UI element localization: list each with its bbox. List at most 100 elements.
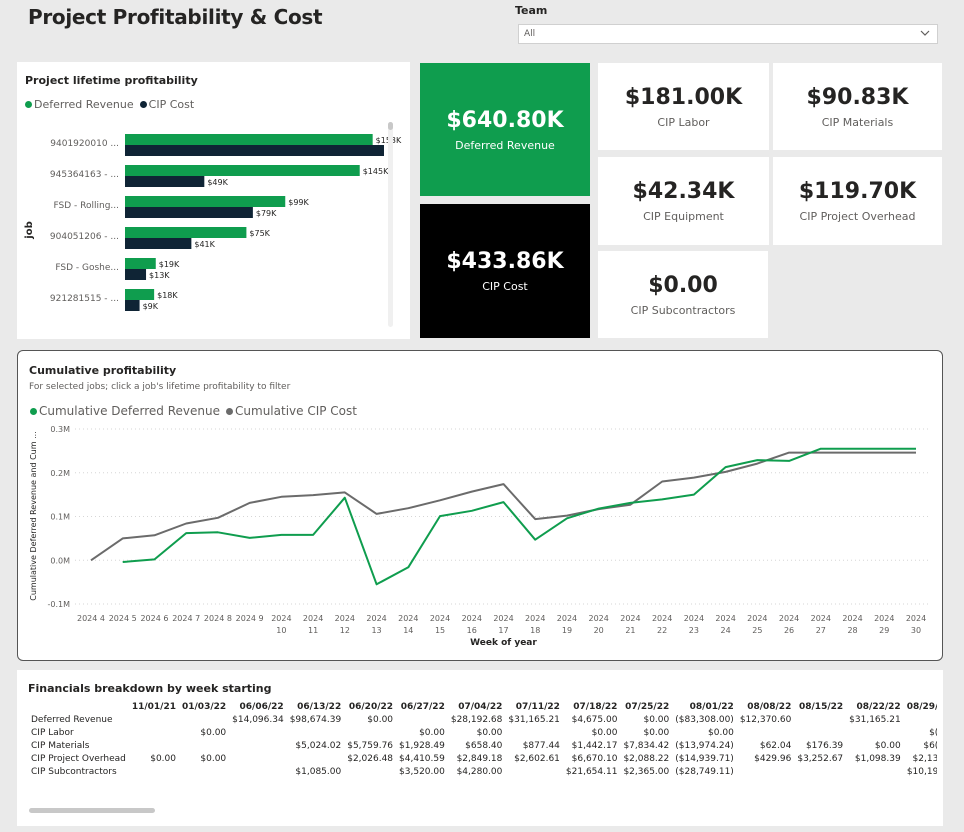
bar-chart[interactable]: job9401920010 ...$153K945364163 - ...$14… bbox=[17, 62, 410, 339]
table-cell bbox=[179, 765, 229, 778]
scrollbar-thumb[interactable] bbox=[388, 122, 393, 130]
x-tick-label: 28 bbox=[847, 626, 857, 635]
table-cell bbox=[287, 727, 345, 740]
x-tick-label: 2024 bbox=[715, 614, 735, 623]
table-cell: $0.00 bbox=[150, 753, 176, 764]
table-cell: $0.00 bbox=[643, 715, 670, 726]
kpi-label: CIP Equipment bbox=[643, 210, 724, 223]
x-tick-label: 15 bbox=[435, 626, 445, 635]
row-label: CIP Subcontractors bbox=[31, 766, 117, 777]
column-header[interactable]: 07/25/22 bbox=[620, 699, 672, 714]
line-y-axis-title: Cumulative Deferred Revenue and Cum ... bbox=[29, 431, 38, 600]
bar-data-label: $19K bbox=[159, 260, 180, 269]
column-header[interactable]: 06/20/22 bbox=[344, 699, 396, 714]
line-x-axis-title: Week of year bbox=[470, 638, 537, 648]
bar-category-label: 945364163 - ... bbox=[50, 170, 119, 180]
table-cell: $0.00 bbox=[200, 728, 227, 739]
column-header[interactable]: 07/04/22 bbox=[448, 699, 506, 714]
column-header[interactable]: 06/13/22 bbox=[287, 699, 345, 714]
table-cell: $14,096.34 bbox=[232, 715, 284, 726]
bar-category-label: 9401920010 ... bbox=[50, 139, 119, 149]
table-cell: $0.00 bbox=[643, 728, 670, 739]
kpi-value: $181.00K bbox=[624, 84, 743, 110]
column-header[interactable]: 07/11/22 bbox=[505, 699, 563, 714]
y-tick-label: 0.1M bbox=[50, 513, 70, 522]
kpi-label: CIP Project Overhead bbox=[799, 210, 916, 223]
kpi-value: $90.83K bbox=[806, 84, 909, 110]
bar-category-label: FSD - Goshe... bbox=[55, 263, 119, 273]
table-cell bbox=[396, 714, 448, 727]
column-header[interactable]: 08/29/ bbox=[904, 699, 937, 714]
bar-category-label: FSD - Rolling... bbox=[54, 201, 120, 211]
table-cell: $658.40 bbox=[465, 740, 503, 751]
column-header[interactable]: 11/01/21 bbox=[129, 699, 179, 714]
column-header[interactable]: 08/15/22 bbox=[794, 699, 846, 714]
table-cell: $0.00 bbox=[874, 740, 901, 751]
table-cell: $3,520.00 bbox=[399, 766, 445, 777]
x-tick-label: 10 bbox=[276, 626, 286, 635]
column-header[interactable]: 06/27/22 bbox=[396, 699, 448, 714]
bar-data-label: $18K bbox=[157, 291, 178, 300]
table-cell bbox=[904, 714, 937, 727]
horizontal-scrollbar[interactable] bbox=[29, 808, 155, 813]
bar-deferred-revenue bbox=[125, 165, 360, 176]
table-cell: $21,654.11 bbox=[565, 766, 618, 777]
x-tick-label: 2024 bbox=[620, 614, 640, 623]
x-tick-label: 2024 bbox=[271, 614, 291, 623]
table-row: Deferred Revenue $14,096.34 $98,674.39 $0.0… bbox=[27, 714, 937, 727]
table-row: CIP Subcontractors $1,085.00 $3,520.00 $4,2… bbox=[27, 765, 937, 778]
column-header[interactable]: 07/18/22 bbox=[563, 699, 621, 714]
kpi-card-cip-materials[interactable]: $90.83K CIP Materials bbox=[773, 63, 942, 150]
column-header[interactable]: 08/22/22 bbox=[846, 699, 904, 714]
bar-data-label: $49K bbox=[207, 178, 228, 187]
bar-cip-cost bbox=[125, 207, 253, 218]
table-cell: $31,165.21 bbox=[508, 715, 560, 726]
table-cell: $4,410.59 bbox=[399, 753, 445, 764]
kpi-card-cip-labor[interactable]: $181.00K CIP Labor bbox=[598, 63, 769, 150]
line-chart[interactable]: 0.3M 0.2M 0.1M 0.0M -0.1M Cumulative Deferred… bbox=[18, 351, 942, 660]
x-tick-label: 2024 5 bbox=[109, 614, 137, 623]
table-cell: $31,165.21 bbox=[849, 715, 901, 726]
kpi-card-cip-project-overhead[interactable]: $119.70K CIP Project Overhead bbox=[773, 157, 942, 245]
table-cell: $0.00 bbox=[708, 728, 734, 739]
x-tick-label: 2024 bbox=[779, 614, 799, 623]
table-cell: $2,13 bbox=[912, 753, 937, 764]
bar-deferred-revenue bbox=[125, 258, 156, 269]
table-cell: $6( bbox=[923, 740, 937, 751]
column-header[interactable]: 08/01/22 bbox=[672, 699, 737, 714]
kpi-card-deferred-revenue[interactable]: $640.80K Deferred Revenue bbox=[420, 63, 590, 196]
table-cell bbox=[129, 714, 179, 727]
x-tick-label: 24 bbox=[721, 626, 731, 635]
x-tick-label: 2024 6 bbox=[140, 614, 168, 623]
table-cell bbox=[794, 714, 846, 727]
x-tick-label: 2024 bbox=[874, 614, 894, 623]
table-cell: $28,192.68 bbox=[450, 715, 503, 726]
table-cell: $4,675.00 bbox=[571, 715, 618, 726]
kpi-card-cip-equipment[interactable]: $42.34K CIP Equipment bbox=[598, 157, 769, 245]
kpi-card-cip-subcontractors[interactable]: $0.00 CIP Subcontractors bbox=[598, 251, 768, 338]
x-tick-label: 13 bbox=[371, 626, 381, 635]
kpi-card-cip-cost[interactable]: $433.86K CIP Cost bbox=[420, 204, 590, 338]
kpi-label: CIP Subcontractors bbox=[630, 303, 736, 317]
table-title: Financials breakdown by week starting bbox=[28, 682, 272, 695]
x-tick-label: 2024 8 bbox=[204, 614, 232, 623]
table-cell bbox=[229, 765, 287, 778]
team-filter-dropdown[interactable]: All bbox=[518, 24, 938, 44]
column-header[interactable]: 01/03/22 bbox=[179, 699, 229, 714]
column-header[interactable]: 08/08/22 bbox=[737, 699, 795, 714]
table-cell: $429.96 bbox=[754, 753, 792, 764]
table-cell: $2,088.22 bbox=[623, 753, 670, 764]
x-tick-label: 2024 9 bbox=[236, 614, 264, 623]
x-tick-label: 27 bbox=[816, 626, 826, 635]
x-tick-label: 16 bbox=[467, 626, 477, 635]
table-cell: ($83,308.00) bbox=[675, 715, 734, 726]
row-label: CIP Materials bbox=[31, 740, 90, 751]
bar-deferred-revenue bbox=[125, 227, 247, 238]
x-tick-label: 2024 bbox=[398, 614, 418, 623]
x-tick-label: 12 bbox=[340, 626, 350, 635]
kpi-value: $640.80K bbox=[446, 107, 564, 133]
bar-data-label: $41K bbox=[194, 240, 215, 249]
vertical-scrollbar[interactable] bbox=[388, 122, 393, 327]
column-header[interactable]: 06/06/22 bbox=[229, 699, 287, 714]
x-tick-label: 2024 4 bbox=[77, 614, 105, 623]
